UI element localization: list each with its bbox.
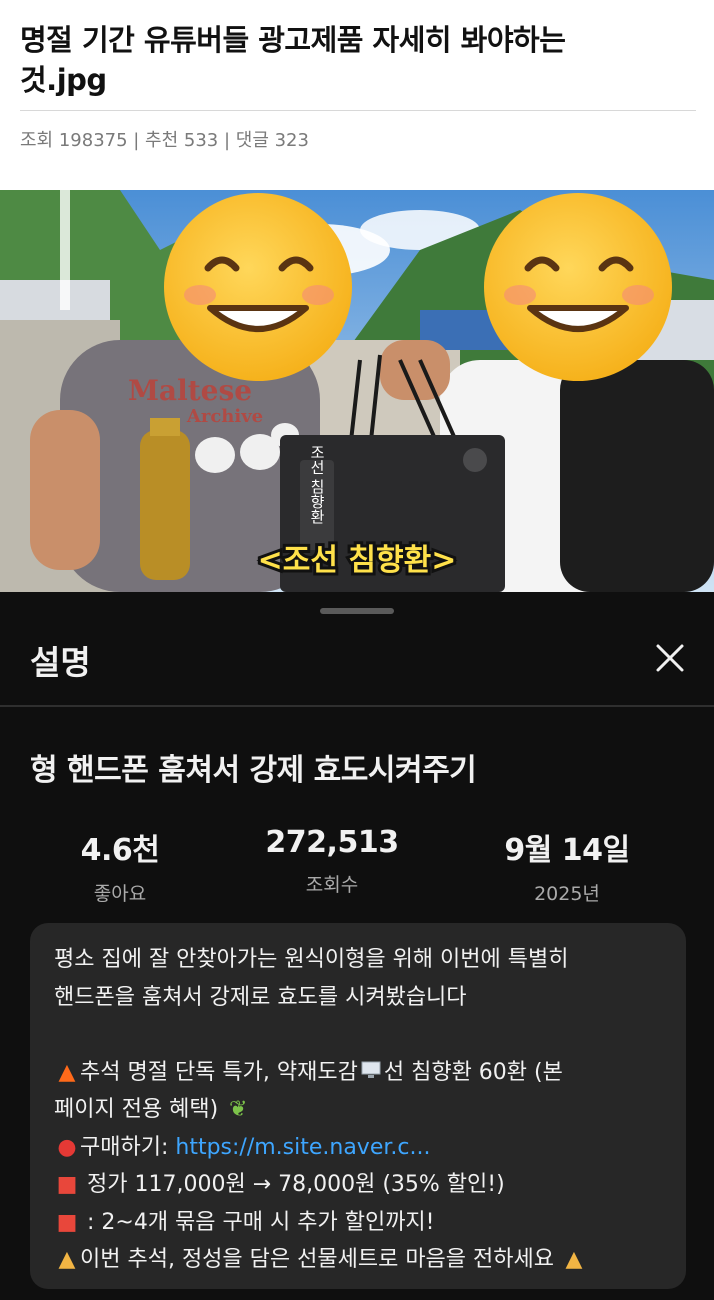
description-line: ■ 정가 117,000원 → 78,000원 (35% 할인!) <box>54 1166 662 1204</box>
buy-label: 구매하기: <box>80 1134 176 1160</box>
gift-icon: ■ <box>56 1172 78 1197</box>
description-sheet: 설명 형 핸드폰 훔쳐서 강제 효도시켜주기 4.6천 좋아요 272,513 … <box>0 592 714 1300</box>
tshirt-text: Archive <box>186 406 263 427</box>
fire-icon: ▲ <box>58 1059 76 1085</box>
upload-date-stat: 9월 14일 2025년 <box>467 825 667 906</box>
post-title: 명절 기간 유튜버들 광고제품 자세히 봐야하는 것.jpg <box>20 23 566 97</box>
promo-text: 추석 명절 단독 특가, 약재도감 <box>80 1059 358 1085</box>
leaf-icon: ❦ <box>229 1097 248 1122</box>
monitor-icon <box>358 1054 384 1092</box>
folded-hands-icon: ▲ <box>565 1247 583 1272</box>
sheet-divider <box>0 705 714 707</box>
upload-date: 9월 14일 <box>504 833 630 868</box>
post-meta: 조회 198375 | 추천 533 | 댓글 323 <box>20 130 309 151</box>
description-box[interactable]: 평소 집에 잘 안찾아가는 원식이형을 위해 이번에 특별히 핸드폰을 훔쳐서 … <box>30 923 686 1289</box>
sheet-title: 설명 <box>30 643 91 682</box>
folded-hands-icon: ▲ <box>58 1247 76 1272</box>
close-icon <box>656 644 684 672</box>
promo-text: 선 침향환 60환 (본 <box>383 1059 563 1085</box>
title-divider <box>20 110 696 111</box>
upload-year: 2025년 <box>534 883 600 905</box>
gift-icon: ■ <box>56 1209 78 1235</box>
bag-text: 조선 침향환 <box>308 444 326 524</box>
likes-count: 4.6천 <box>80 833 160 868</box>
description-line: ▲ 이번 추석, 정성을 담은 선물세트로 마음을 전하세요 ▲ <box>54 1241 662 1279</box>
close-button[interactable] <box>648 636 692 680</box>
video-title: 형 핸드폰 훔쳐서 강제 효도시켜주기 <box>30 753 477 788</box>
views-label: 조회수 <box>305 874 359 896</box>
likes-stat: 4.6천 좋아요 <box>20 825 220 906</box>
description-gap <box>54 1016 662 1054</box>
description-line: 페이지 전용 혜택) ❦ <box>54 1091 662 1129</box>
bundle-text: : 2~4개 묶음 구매 시 추가 할인까지! <box>80 1209 435 1235</box>
description-line: ▲ 추석 명절 단독 특가, 약재도감 선 침향환 60환 (본 <box>54 1054 662 1092</box>
pin-icon: ● <box>57 1134 77 1160</box>
description-line: ● 구매하기: https://m.site.naver.c... <box>54 1129 662 1167</box>
video-scene: Maltese Archive 조선 침향환 <조선 침향환> <box>0 190 714 592</box>
price-text: 정가 117,000원 → 78,000원 (35% 할인!) <box>80 1172 505 1197</box>
description-line: ■ : 2~4개 묶음 구매 시 추가 할인까지! <box>54 1204 662 1242</box>
description-line: 평소 집에 잘 안찾아가는 원식이형을 위해 이번에 특별히 <box>54 947 569 972</box>
closing-text: 이번 추석, 정성을 담은 선물세트로 마음을 전하세요 <box>80 1247 561 1272</box>
drag-handle[interactable] <box>320 608 394 614</box>
promo-text: 페이지 전용 혜택) <box>54 1097 219 1122</box>
post-header: 명절 기간 유튜버들 광고제품 자세히 봐야하는 것.jpg 조회 198375… <box>0 0 714 190</box>
description-line: 핸드폰을 훔쳐서 강제로 효도를 시켜봤습니다 <box>54 984 467 1010</box>
video-thumbnail[interactable]: Maltese Archive 조선 침향환 <조선 침향환> <box>0 190 714 592</box>
tshirt-text: Maltese <box>128 374 252 407</box>
purchase-link[interactable]: https://m.site.naver.c... <box>175 1135 430 1160</box>
views-stat: 272,513 조회수 <box>232 825 432 897</box>
likes-label: 좋아요 <box>93 883 147 905</box>
video-caption: <조선 침향환> <box>258 543 457 578</box>
views-count: 272,513 <box>265 825 399 860</box>
